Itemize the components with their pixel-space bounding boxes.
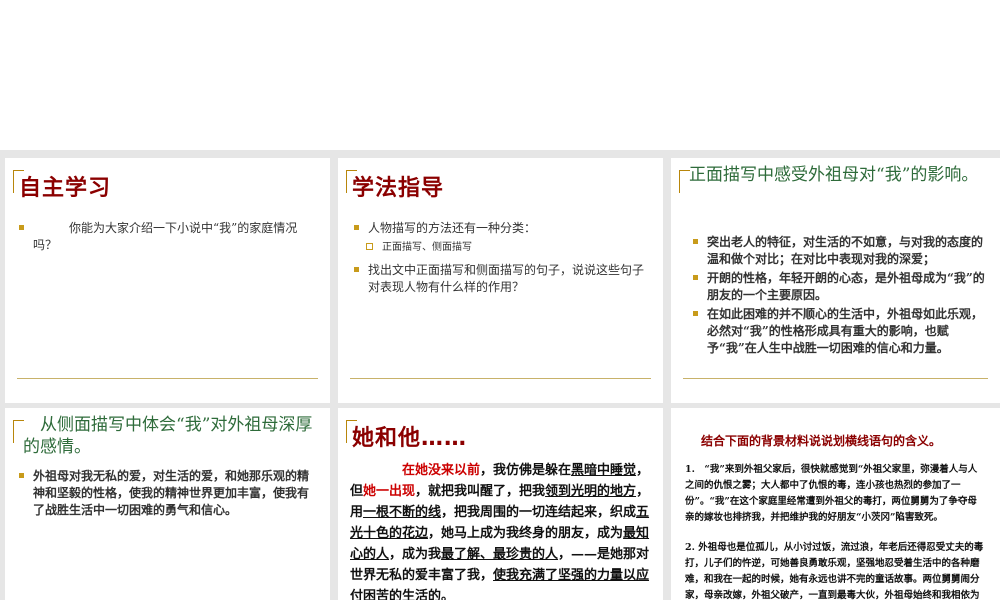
square-bullet-icon — [693, 311, 698, 316]
list-item: 开朗的性格，年轻开朗的心态，是外祖母成为“我”的朋友的一个主要原因。 — [693, 270, 989, 304]
square-bullet-icon — [693, 275, 698, 280]
list-item: 外祖母对我无私的爱，对生活的爱，和她那乐观的精神和坚毅的性格，使我的精神世界更加… — [19, 468, 319, 519]
slide-title: 从侧面描写中体会“我”对外祖母深厚的感情。 — [23, 415, 313, 457]
list-item: 突出老人的特征，对生活的不如意，与对我的态度的温和做个对比；在对比中表现对我的深… — [693, 234, 989, 268]
divider — [350, 378, 651, 379]
bullet-list: 你能为大家介绍一下小说中“我”的家庭情况吗？ — [19, 220, 311, 254]
slide-4[interactable]: 从侧面描写中体会“我”对外祖母深厚的感情。 外祖母对我无私的爱，对生活的爱，和她… — [5, 408, 330, 600]
divider — [683, 378, 988, 379]
slide-5[interactable]: 她和他…… 在她没来以前，我仿佛是躲在黑暗中睡觉，但她一出现，就把我叫醒了，把我… — [338, 408, 663, 600]
slide-3[interactable]: 正面描写中感受外祖母对“我”的影响。 突出老人的特征，对生活的不如意，与对我的态… — [671, 158, 1000, 403]
bullet-list: 突出老人的特征，对生活的不如意，与对我的态度的温和做个对比；在对比中表现对我的深… — [693, 234, 989, 359]
slide-title: 自主学习 — [19, 176, 112, 201]
background-paragraph-1: 1. “我”来到外祖父家后，很快就感觉到“外祖父家里，弥漫着人与人之间的仇恨之雾… — [685, 464, 978, 523]
hollow-square-bullet-icon — [366, 243, 373, 250]
square-bullet-icon — [693, 239, 698, 244]
top-blank-area — [0, 0, 1000, 150]
slide-title: 学法指导 — [352, 176, 445, 201]
square-bullet-icon — [354, 225, 359, 230]
square-bullet-icon — [19, 473, 24, 478]
list-item: 人物描写的方法还有一种分类： — [354, 220, 646, 237]
slide-grid: 自主学习 你能为大家介绍一下小说中“我”的家庭情况吗？ 学法指导 人物描写的方法… — [0, 150, 1000, 600]
slide-2[interactable]: 学法指导 人物描写的方法还有一种分类： 正面描写、侧面描写 找出文中正面描写和侧… — [338, 158, 663, 403]
square-bullet-icon — [354, 267, 359, 272]
passage-paragraph: 在她没来以前，我仿佛是躲在黑暗中睡觉，但她一出现，就把我叫醒了，把我领到光明的地… — [350, 463, 650, 600]
list-item: 找出文中正面描写和侧面描写的句子，说说这些句子对表现人物有什么样的作用？ — [354, 262, 646, 296]
slide-6[interactable]: 结合下面的背景材料说说划横线语句的含义。 1. “我”来到外祖父家后，很快就感觉… — [671, 408, 1000, 600]
background-paragraph-2: 2. 外祖母也是位孤儿，从小讨过饭，流过浪，年老后还得忍受丈夫的毒打，儿子们的忤… — [685, 542, 984, 600]
list-subitem: 正面描写、侧面描写 — [354, 239, 646, 256]
list-item: 你能为大家介绍一下小说中“我”的家庭情况吗？ — [19, 220, 311, 254]
slide-title: 正面描写中感受外祖母对“我”的影响。 — [689, 165, 979, 185]
slide-title: 她和他…… — [352, 426, 468, 451]
square-bullet-icon — [19, 225, 24, 230]
slide-1[interactable]: 自主学习 你能为大家介绍一下小说中“我”的家庭情况吗？ — [5, 158, 330, 403]
list-item: 在如此困难的并不顺心的生活中，外祖母如此乐观，必然对“我”的性格形成具有重大的影… — [693, 306, 989, 357]
bullet-list: 外祖母对我无私的爱，对生活的爱，和她那乐观的精神和坚毅的性格，使我的精神世界更加… — [19, 468, 319, 519]
bullet-list: 人物描写的方法还有一种分类： 正面描写、侧面描写 找出文中正面描写和侧面描写的句… — [354, 220, 646, 302]
divider — [17, 378, 318, 379]
slide-heading: 结合下面的背景材料说说划横线语句的含义。 — [701, 434, 942, 448]
